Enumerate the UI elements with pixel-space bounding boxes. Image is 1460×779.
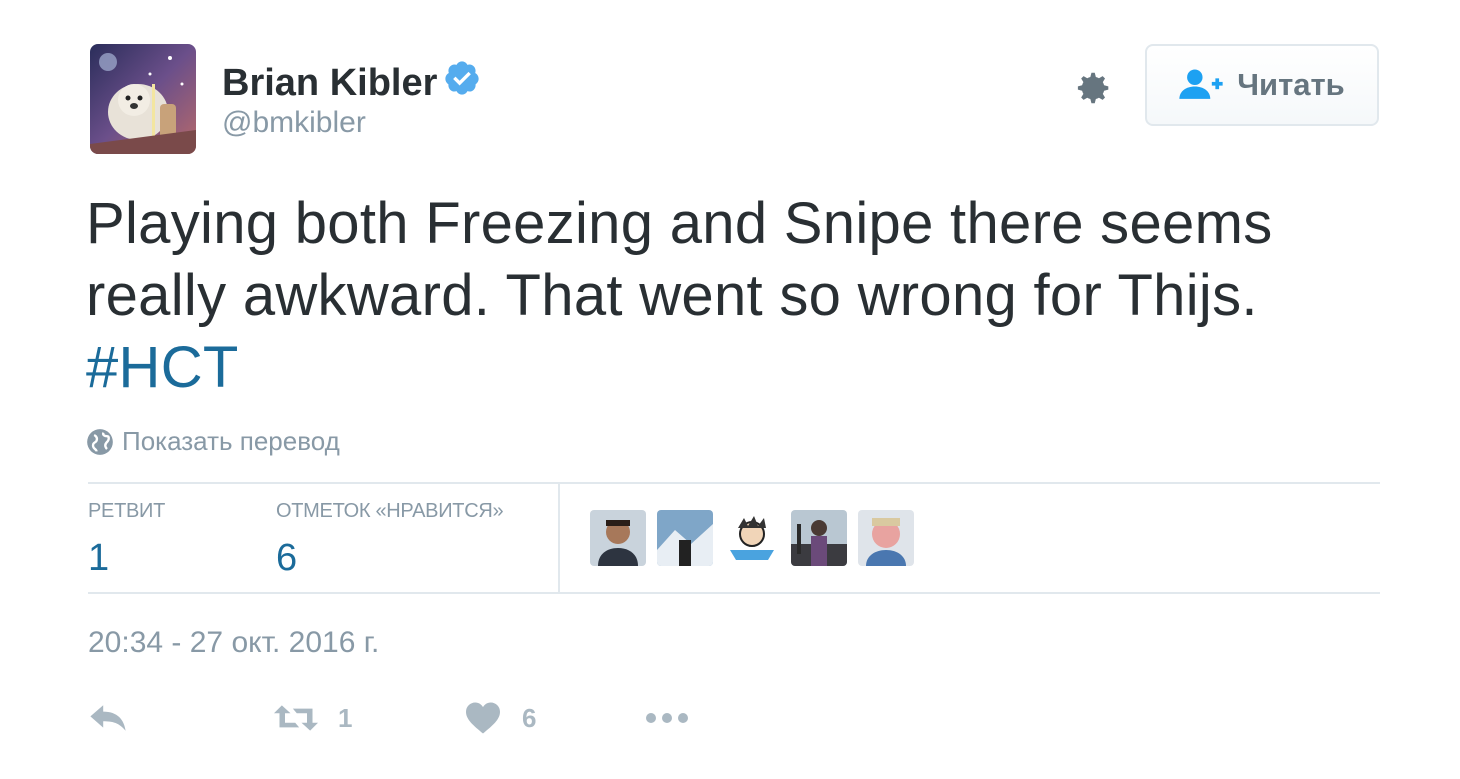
add-user-icon	[1179, 69, 1223, 99]
show-translation-label: Показать перевод	[122, 426, 340, 456]
liker-avatar-1[interactable]	[590, 510, 646, 566]
show-translation-link[interactable]: Показать перевод	[86, 426, 340, 457]
likes-stat-value: 6	[276, 537, 298, 579]
author-handle[interactable]: @bmkibler	[222, 106, 366, 140]
globe-icon	[87, 428, 113, 455]
retweets-stat[interactable]: РЕТВИТ 1	[88, 500, 165, 580]
author-avatar[interactable]	[90, 44, 196, 154]
stats-top-divider	[88, 482, 1380, 484]
stats-vertical-divider	[558, 484, 560, 592]
tweet-text: Playing both Freezing and Snipe there se…	[86, 188, 1386, 404]
verified-badge-icon	[445, 61, 480, 95]
likes-stat[interactable]: ОТМЕТОК «НРАВИТСЯ» 6	[276, 500, 504, 580]
more-icon	[646, 713, 688, 723]
follow-button[interactable]: Читать	[1145, 44, 1379, 126]
reply-button[interactable]	[88, 696, 128, 740]
author-display-name[interactable]: Brian Kibler	[222, 62, 437, 105]
author-name-row[interactable]: Brian Kibler	[222, 60, 481, 106]
gear-icon[interactable]	[1070, 66, 1114, 110]
retweet-count: 1	[338, 702, 353, 733]
liker-avatar-3[interactable]	[724, 510, 780, 566]
like-button[interactable]: 6	[464, 696, 536, 740]
likes-stat-label: ОТМЕТОК «НРАВИТСЯ»	[276, 500, 504, 522]
hashtag-link[interactable]: #HCT	[86, 335, 239, 400]
stats-bottom-divider	[88, 592, 1380, 594]
likers-avatars	[590, 510, 925, 566]
tweet-text-main: Playing both Freezing and Snipe there se…	[86, 191, 1273, 328]
liker-avatar-4[interactable]	[791, 510, 847, 566]
more-button[interactable]	[644, 696, 690, 740]
liker-avatar-5[interactable]	[858, 510, 914, 566]
retweets-stat-value: 1	[88, 537, 110, 579]
retweet-icon	[274, 705, 318, 731]
tweet-timestamp[interactable]: 20:34 - 27 окт. 2016 г.	[88, 626, 379, 660]
liker-avatar-2[interactable]	[657, 510, 713, 566]
retweets-stat-label: РЕТВИТ	[88, 500, 166, 522]
reply-icon	[90, 705, 126, 731]
like-count: 6	[522, 702, 537, 733]
heart-icon	[466, 702, 500, 734]
retweet-button[interactable]: 1	[274, 696, 352, 740]
tweet-actions: 1 6	[88, 696, 788, 740]
follow-button-label: Читать	[1237, 67, 1345, 102]
